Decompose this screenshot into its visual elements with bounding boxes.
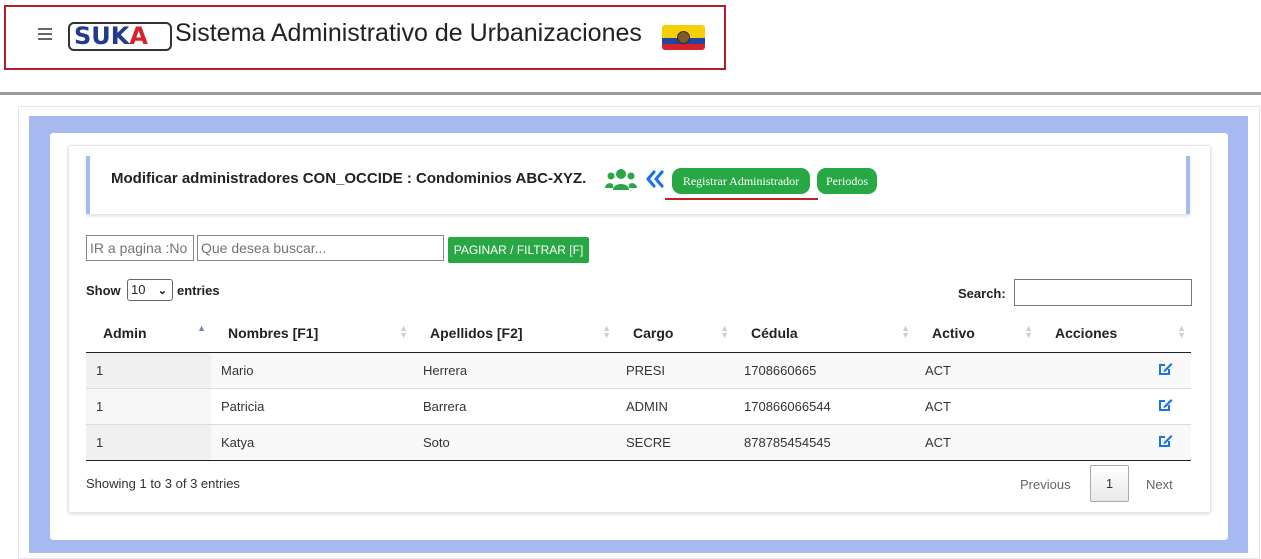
register-underline [665, 198, 818, 200]
users-icon[interactable] [605, 168, 637, 192]
logo[interactable]: SUKA [68, 22, 172, 51]
edit-icon[interactable] [1157, 361, 1173, 377]
cell-nombres: Katya [211, 424, 413, 461]
sort-icon: ▲ ▼ [399, 323, 408, 340]
sort-icon: ▲ ▼ [1177, 323, 1186, 340]
paginate-filter-button[interactable]: PAGINAR / FILTRAR [F] [448, 237, 589, 263]
table-search-input[interactable] [1014, 279, 1192, 306]
header-divider [0, 92, 1261, 95]
cell-nombres: Mario [211, 352, 413, 389]
go-to-page-input[interactable] [86, 235, 194, 261]
cell-cargo: ADMIN [616, 388, 734, 425]
chevron-down-icon: ⌄ [157, 285, 167, 297]
cell-activo: ACT [915, 388, 1038, 425]
cell-acciones [1038, 352, 1191, 389]
table-row: 1 Patricia Barrera ADMIN 170866066544 AC… [86, 388, 1191, 425]
cell-nombres: Patricia [211, 388, 413, 425]
logo-text-accent: A [129, 22, 148, 50]
table-row: 1 Katya Soto SECRE 878785454545 ACT [86, 424, 1191, 461]
cell-acciones [1038, 424, 1191, 461]
cell-admin: 1 [86, 388, 211, 425]
double-chevron-left-icon[interactable] [645, 170, 665, 188]
cell-apellidos: Barrera [413, 388, 616, 425]
entries-label: entries [177, 283, 220, 298]
app-title: Sistema Administrativo de Urbanizaciones [175, 19, 642, 47]
sort-icon: ▲ [197, 323, 206, 333]
cell-admin: 1 [86, 352, 211, 389]
cell-cedula: 170866066544 [734, 388, 915, 425]
ecuador-flag-icon [662, 25, 705, 50]
cell-apellidos: Soto [413, 424, 616, 461]
cell-apellidos: Herrera [413, 352, 616, 389]
pagination-page-1[interactable]: 1 [1090, 465, 1129, 502]
menu-icon[interactable] [38, 28, 52, 40]
cell-cargo: SECRE [616, 424, 734, 461]
table-info: Showing 1 to 3 of 3 entries [86, 476, 240, 491]
pagination-next[interactable]: Next [1146, 477, 1173, 492]
periods-button[interactable]: Periodos [817, 168, 877, 194]
search-label: Search: [958, 286, 1006, 301]
column-header-cedula[interactable]: Cédula ▲ ▼ [734, 314, 915, 353]
cell-acciones [1038, 388, 1191, 425]
table-header-row: Admin ▲ Nombres [F1] ▲ ▼ Apellidos [F2] ▲ ▼ C… [86, 314, 1191, 353]
show-label: Show [86, 283, 121, 298]
administrators-table: Admin ▲ Nombres [F1] ▲ ▼ Apellidos [F2] ▲ ▼ C… [86, 314, 1191, 461]
column-header-apellidos[interactable]: Apellidos [F2] ▲ ▼ [413, 314, 616, 353]
register-admin-button[interactable]: Registrar Administrador [672, 168, 810, 194]
column-header-admin[interactable]: Admin ▲ [86, 314, 211, 353]
cell-cedula: 1708660665 [734, 352, 915, 389]
sort-icon: ▲ ▼ [1024, 323, 1033, 340]
entries-select[interactable]: 10 ⌄ [127, 279, 173, 301]
sort-icon: ▲ ▼ [720, 323, 729, 340]
cell-activo: ACT [915, 352, 1038, 389]
logo-text-main: SUK [74, 22, 130, 50]
edit-icon[interactable] [1157, 397, 1173, 413]
column-header-cargo[interactable]: Cargo ▲ ▼ [616, 314, 734, 353]
sort-icon: ▲ ▼ [901, 323, 910, 340]
sort-icon: ▲ ▼ [602, 323, 611, 340]
page-title: Modificar administradores CON_OCCIDE : C… [111, 170, 587, 187]
pagination-previous[interactable]: Previous [1020, 477, 1071, 492]
column-header-activo[interactable]: Activo ▲ ▼ [915, 314, 1038, 353]
column-header-acciones[interactable]: Acciones ▲ ▼ [1038, 314, 1191, 353]
table-row: 1 Mario Herrera PRESI 1708660665 ACT [86, 352, 1191, 389]
column-header-nombres[interactable]: Nombres [F1] ▲ ▼ [211, 314, 413, 353]
search-query-input[interactable] [197, 235, 444, 261]
entries-select-value: 10 [131, 282, 146, 297]
cell-admin: 1 [86, 424, 211, 461]
cell-cargo: PRESI [616, 352, 734, 389]
edit-icon[interactable] [1157, 433, 1173, 449]
cell-activo: ACT [915, 424, 1038, 461]
cell-cedula: 878785454545 [734, 424, 915, 461]
